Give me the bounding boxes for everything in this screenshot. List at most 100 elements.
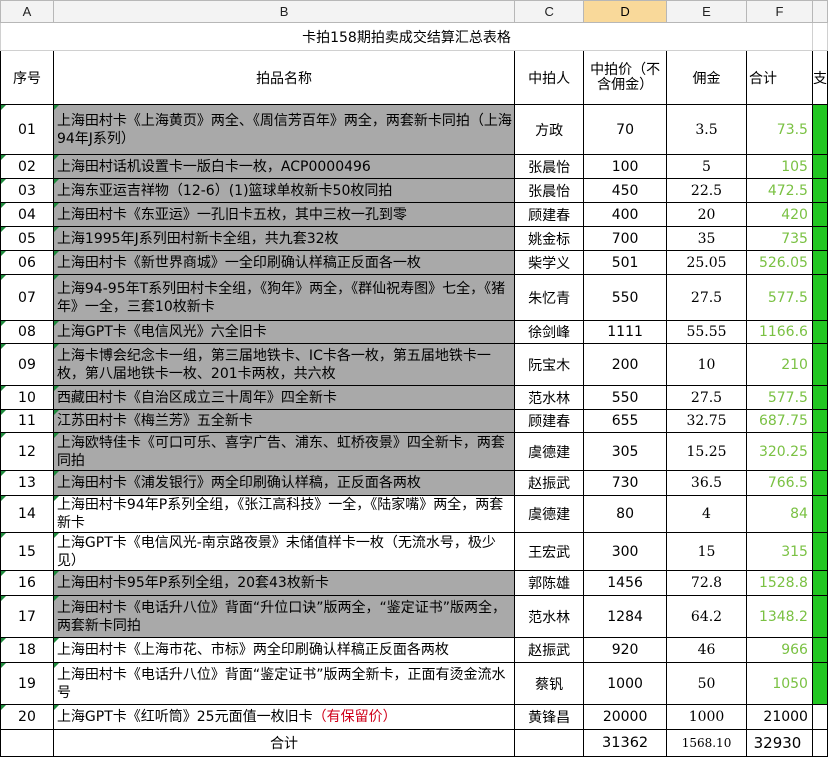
header-buyer[interactable]: 中拍人: [514, 50, 585, 105]
row-buyer-cell[interactable]: 姚金标: [514, 226, 585, 251]
row-buyer-cell[interactable]: 顾建春: [514, 202, 585, 227]
row-name-cell[interactable]: 上海田村卡《电话升八位》背面“升位口诀”版两全，“鉴定证书”版两全，两套新卡同拍: [52, 595, 516, 638]
column-header-a[interactable]: A: [0, 0, 54, 23]
row-name-cell[interactable]: 上海GPT卡《电信风光》六全旧卡: [52, 320, 516, 344]
row-name-cell[interactable]: 上海田村卡《新世界商城》一全印刷确认样稿正反面各一枚: [52, 250, 516, 275]
cell[interactable]: [0, 729, 54, 757]
row-extra-cell[interactable]: [811, 704, 828, 730]
row-fee-cell[interactable]: 15.25: [666, 432, 747, 471]
summary-total[interactable]: 32930: [745, 729, 813, 757]
row-seq-cell[interactable]: 18: [0, 637, 54, 663]
header-extra[interactable]: 支: [811, 50, 828, 105]
row-total-cell[interactable]: 735: [745, 226, 813, 251]
row-buyer-cell[interactable]: 虞德建: [514, 495, 585, 533]
row-total-cell[interactable]: 105: [745, 154, 813, 179]
row-buyer-cell[interactable]: 朱忆青: [514, 274, 585, 321]
row-name-cell[interactable]: 西藏田村卡《自治区成立三十周年》四全新卡: [52, 385, 516, 410]
row-extra-cell[interactable]: [811, 662, 828, 705]
row-price-cell[interactable]: 1111: [583, 320, 668, 344]
row-name-cell[interactable]: 上海田村卡《东亚运》一孔旧卡五枚，其中三枚一孔到零: [52, 202, 516, 227]
row-total-cell[interactable]: 420: [745, 202, 813, 227]
row-buyer-cell[interactable]: 徐剑峰: [514, 320, 585, 344]
row-fee-cell[interactable]: 3.5: [666, 104, 747, 155]
row-name-cell[interactable]: 江苏田村卡《梅兰芳》五全新卡: [52, 409, 516, 433]
row-seq-cell[interactable]: 08: [0, 320, 54, 344]
row-extra-cell[interactable]: [811, 385, 828, 410]
row-seq-cell[interactable]: 15: [0, 532, 54, 571]
row-fee-cell[interactable]: 55.55: [666, 320, 747, 344]
row-fee-cell[interactable]: 5: [666, 154, 747, 179]
row-extra-cell[interactable]: [811, 595, 828, 638]
row-price-cell[interactable]: 550: [583, 274, 668, 321]
row-fee-cell[interactable]: 10: [666, 343, 747, 386]
row-name-cell[interactable]: 上海田村卡95年P系列全组，20套43枚新卡: [52, 570, 516, 596]
row-fee-cell[interactable]: 36.5: [666, 470, 747, 496]
row-total-cell[interactable]: 526.05: [745, 250, 813, 275]
row-name-cell[interactable]: 上海卡博会纪念卡一组，第三届地铁卡、IC卡各一枚，第五届地铁卡一枚，第八届地铁卡…: [52, 343, 516, 386]
row-seq-cell[interactable]: 20: [0, 704, 54, 730]
row-price-cell[interactable]: 730: [583, 470, 668, 496]
row-extra-cell[interactable]: [811, 570, 828, 596]
row-seq-cell[interactable]: 04: [0, 202, 54, 227]
row-name-cell[interactable]: 上海田村卡《上海黄页》两全、《周信芳百年》两全，两套新卡同拍（上海94年J系列）: [52, 104, 516, 155]
row-extra-cell[interactable]: [811, 154, 828, 179]
row-name-cell[interactable]: 上海GPT卡《红听筒》25元面值一枚旧卡（有保留价）: [52, 704, 516, 730]
cell[interactable]: [811, 22, 828, 51]
summary-fee[interactable]: 1568.10: [666, 729, 747, 757]
row-extra-cell[interactable]: [811, 250, 828, 275]
row-total-cell[interactable]: 577.5: [745, 385, 813, 410]
row-price-cell[interactable]: 305: [583, 432, 668, 471]
row-buyer-cell[interactable]: 赵振武: [514, 470, 585, 496]
row-fee-cell[interactable]: 25.05: [666, 250, 747, 275]
row-seq-cell[interactable]: 06: [0, 250, 54, 275]
row-total-cell[interactable]: 766.5: [745, 470, 813, 496]
header-fee[interactable]: 佣金: [666, 50, 747, 105]
row-extra-cell[interactable]: [811, 532, 828, 571]
row-extra-cell[interactable]: [811, 320, 828, 344]
row-seq-cell[interactable]: 05: [0, 226, 54, 251]
row-fee-cell[interactable]: 4: [666, 495, 747, 533]
sheet-title[interactable]: 卡拍158期拍卖成交结算汇总表格: [0, 22, 813, 51]
row-fee-cell[interactable]: 64.2: [666, 595, 747, 638]
row-fee-cell[interactable]: 27.5: [666, 274, 747, 321]
row-extra-cell[interactable]: [811, 202, 828, 227]
row-total-cell[interactable]: 472.5: [745, 178, 813, 203]
row-seq-cell[interactable]: 14: [0, 495, 54, 533]
row-price-cell[interactable]: 200: [583, 343, 668, 386]
row-buyer-cell[interactable]: 蔡钒: [514, 662, 585, 705]
row-seq-cell[interactable]: 11: [0, 409, 54, 433]
row-buyer-cell[interactable]: 张晨怡: [514, 178, 585, 203]
row-price-cell[interactable]: 400: [583, 202, 668, 227]
row-total-cell[interactable]: 687.75: [745, 409, 813, 433]
row-extra-cell[interactable]: [811, 178, 828, 203]
header-name[interactable]: 拍品名称: [52, 50, 516, 105]
row-name-cell[interactable]: 上海田村卡《上海市花、市标》两全印刷确认样稿正反面各两枚: [52, 637, 516, 663]
row-buyer-cell[interactable]: 柴学义: [514, 250, 585, 275]
row-price-cell[interactable]: 1000: [583, 662, 668, 705]
row-total-cell[interactable]: 210: [745, 343, 813, 386]
row-fee-cell[interactable]: 32.75: [666, 409, 747, 433]
row-name-cell[interactable]: 上海田村话机设置卡一版白卡一枚，ACP0000496: [52, 154, 516, 179]
row-seq-cell[interactable]: 17: [0, 595, 54, 638]
row-seq-cell[interactable]: 02: [0, 154, 54, 179]
row-buyer-cell[interactable]: 虞德建: [514, 432, 585, 471]
row-fee-cell[interactable]: 27.5: [666, 385, 747, 410]
row-seq-cell[interactable]: 07: [0, 274, 54, 321]
row-name-cell[interactable]: 上海田村卡《浦发银行》两全印刷确认样稿，正反面各两枚: [52, 470, 516, 496]
row-extra-cell[interactable]: [811, 343, 828, 386]
row-seq-cell[interactable]: 03: [0, 178, 54, 203]
cell[interactable]: [811, 729, 828, 757]
row-seq-cell[interactable]: 19: [0, 662, 54, 705]
row-price-cell[interactable]: 70: [583, 104, 668, 155]
row-total-cell[interactable]: 966: [745, 637, 813, 663]
column-header-g[interactable]: [811, 0, 828, 23]
row-name-cell[interactable]: 上海东亚运吉祥物（12-6）(1)篮球单枚新卡50枚同拍: [52, 178, 516, 203]
row-fee-cell[interactable]: 50: [666, 662, 747, 705]
row-buyer-cell[interactable]: 顾建春: [514, 409, 585, 433]
row-price-cell[interactable]: 655: [583, 409, 668, 433]
row-extra-cell[interactable]: [811, 104, 828, 155]
row-seq-cell[interactable]: 10: [0, 385, 54, 410]
header-total[interactable]: 合计: [745, 50, 813, 105]
column-header-f[interactable]: F: [745, 0, 813, 23]
row-seq-cell[interactable]: 01: [0, 104, 54, 155]
